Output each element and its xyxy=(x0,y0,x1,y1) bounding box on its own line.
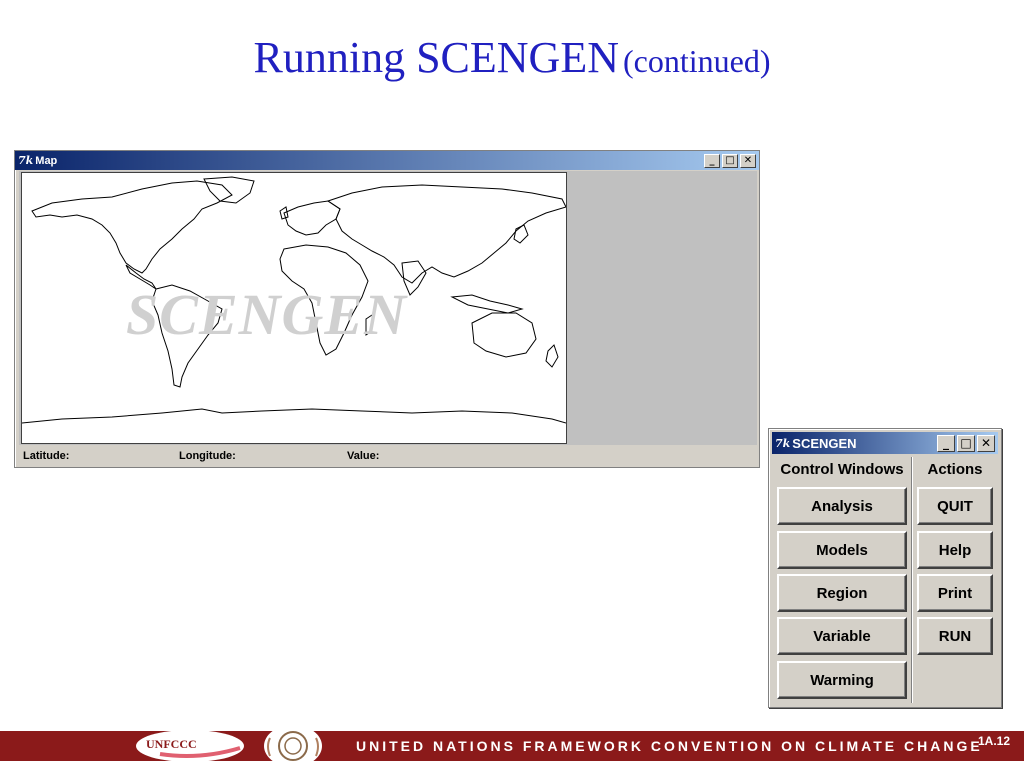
actions-header: Actions xyxy=(927,461,983,478)
map-window: 7k Map _ □ ✕ SCENGEN Latitude: Longitude… xyxy=(14,150,760,468)
unfccc-logo-text: UNFCCC xyxy=(146,737,197,751)
slide-title-main: Running SCENGEN xyxy=(253,33,619,82)
models-button[interactable]: Models xyxy=(777,531,907,569)
map-statusbar: Latitude: Longitude: Value: xyxy=(19,447,757,465)
slide-title: Running SCENGEN (continued) xyxy=(0,32,1024,83)
tk-app-icon: 7k xyxy=(775,436,791,450)
map-window-title: Map xyxy=(35,154,58,167)
map-window-titlebar[interactable]: 7k Map _ □ ✕ xyxy=(15,151,759,170)
value-label: Value: xyxy=(347,450,380,462)
scengen-window-title: SCENGEN xyxy=(792,435,857,451)
maximize-button[interactable]: □ xyxy=(957,434,975,452)
region-button[interactable]: Region xyxy=(777,574,907,612)
run-button[interactable]: RUN xyxy=(917,617,993,655)
longitude-label: Longitude: xyxy=(179,450,236,462)
close-button[interactable]: ✕ xyxy=(740,153,756,168)
maximize-button[interactable]: □ xyxy=(722,153,738,168)
tk-app-icon: 7k xyxy=(18,154,34,167)
scengen-window: 7k SCENGEN _ □ ✕ Control Windows Actions… xyxy=(768,428,1002,708)
warming-button[interactable]: Warming xyxy=(777,661,907,699)
footer-banner-text: UNITED NATIONS FRAMEWORK CONVENTION ON C… xyxy=(356,738,983,754)
column-divider xyxy=(911,457,913,703)
minimize-button[interactable]: _ xyxy=(704,153,720,168)
latitude-label: Latitude: xyxy=(23,450,70,462)
world-map-canvas[interactable]: SCENGEN xyxy=(21,172,567,444)
unfccc-logo: UNFCCC xyxy=(130,724,250,764)
close-button[interactable]: ✕ xyxy=(977,434,995,452)
quit-button[interactable]: QUIT xyxy=(917,487,993,525)
slide-number: 1A.12 xyxy=(978,734,1011,748)
un-emblem-icon xyxy=(262,724,324,768)
help-button[interactable]: Help xyxy=(917,531,993,569)
variable-button[interactable]: Variable xyxy=(777,617,907,655)
scengen-window-titlebar[interactable]: 7k SCENGEN _ □ ✕ xyxy=(772,432,998,454)
scengen-watermark: SCENGEN xyxy=(126,282,407,347)
slide-title-sub: (continued) xyxy=(622,43,771,79)
map-body: SCENGEN xyxy=(19,171,757,445)
control-windows-header: Control Windows xyxy=(780,461,904,478)
minimize-button[interactable]: _ xyxy=(937,434,955,452)
print-button[interactable]: Print xyxy=(917,574,993,612)
analysis-button[interactable]: Analysis xyxy=(777,487,907,525)
